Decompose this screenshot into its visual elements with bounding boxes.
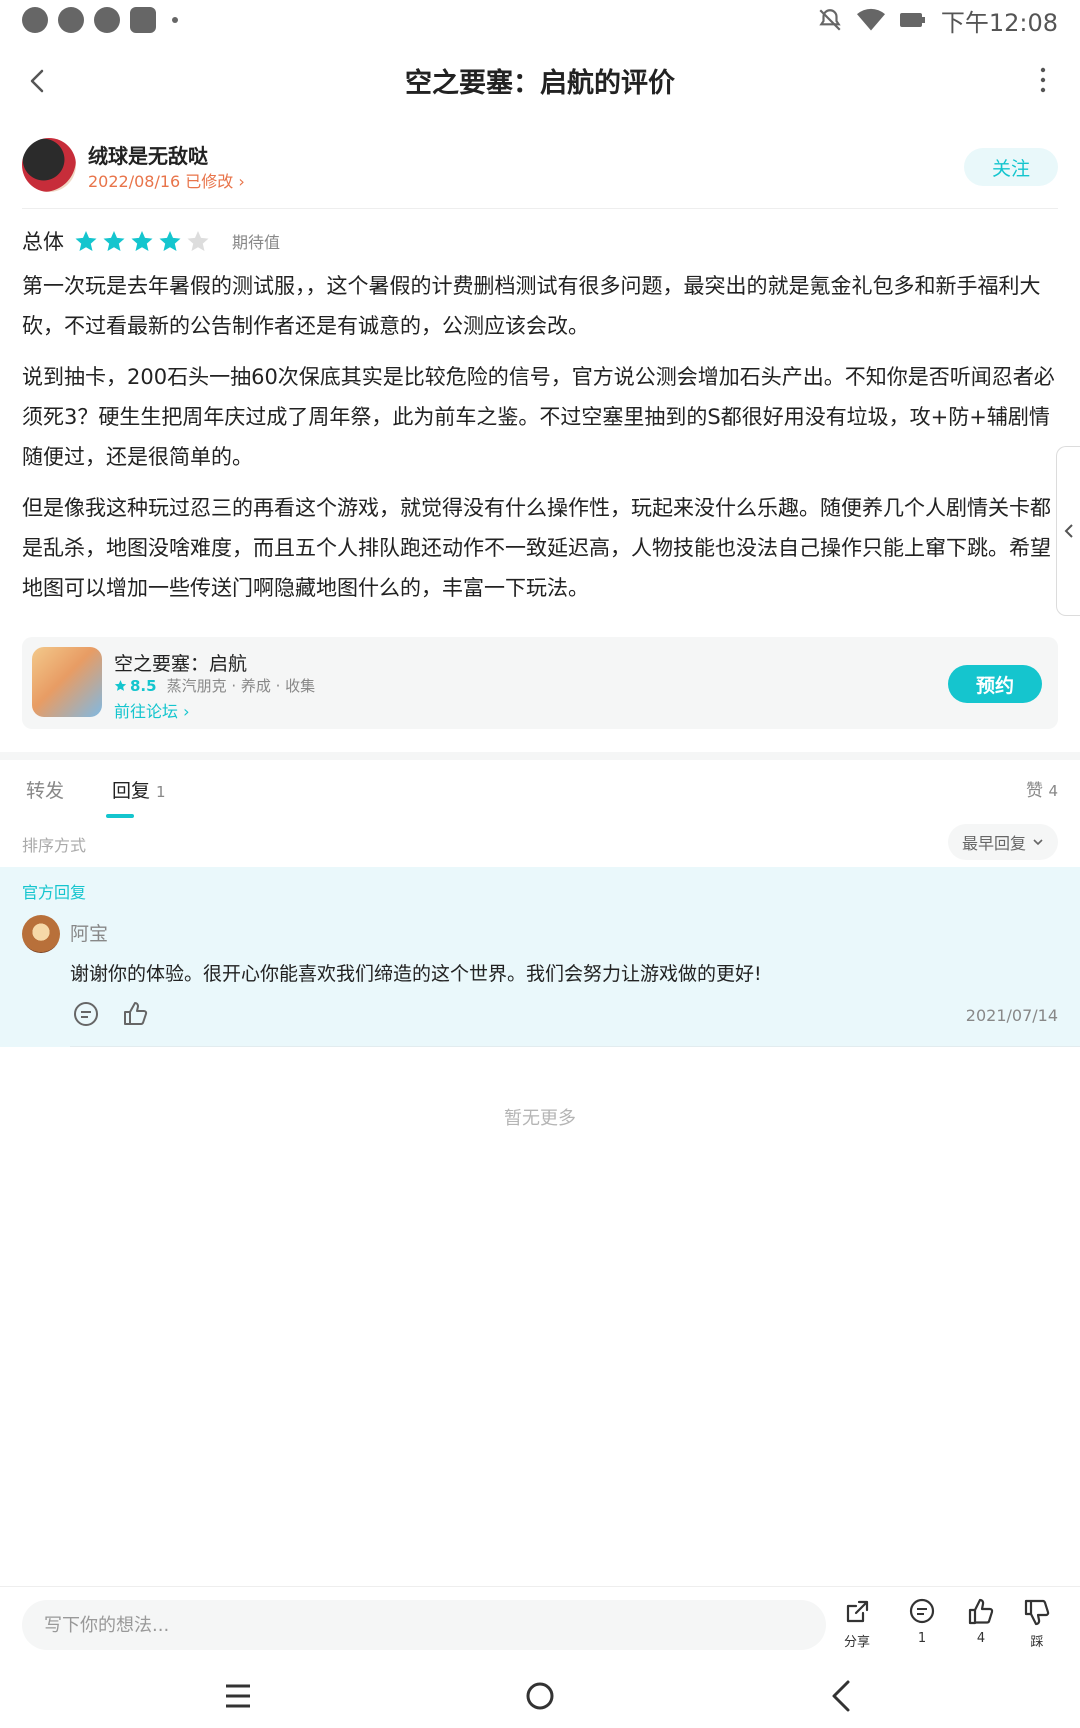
star-filled-icon: [131, 231, 153, 251]
review-paragraph: 第一次玩是去年暑假的测试服，，这个暑假的计费删档测试有很多问题，最突出的就是氪金…: [22, 274, 1041, 338]
status-bar: 下午12:08: [0, 0, 1080, 40]
app-notification-icon: [58, 7, 84, 33]
dislike-button[interactable]: 踩: [1012, 1597, 1062, 1650]
status-time: 下午12:08: [940, 8, 1058, 37]
top-header: 空之要塞：启航的评价: [0, 45, 1080, 115]
share-button[interactable]: 分享: [832, 1597, 882, 1650]
sort-label: 排序方式: [22, 836, 87, 855]
game-card[interactable]: 空之要塞：启航 8.5 蒸汽朋克 · 养成 · 收集 前往论坛 › 预约: [22, 637, 1058, 729]
rating-label: 总体: [22, 230, 64, 254]
edit-date-text: 2022/08/16 已修改: [88, 172, 234, 191]
more-notifications-dot: [172, 17, 178, 23]
back-icon[interactable]: [18, 61, 58, 101]
chevron-down-icon: [1033, 839, 1043, 846]
divider: [22, 208, 1058, 209]
game-tags: 蒸汽朋克 · 养成 · 收集: [166, 677, 316, 695]
likes-label: 赞: [1026, 781, 1044, 801]
page-title: 空之要塞：启航的评价: [405, 67, 675, 99]
sort-dropdown[interactable]: 最早回复: [948, 824, 1058, 860]
chevron-left-icon: [1064, 524, 1073, 538]
star-empty-icon: [187, 231, 209, 251]
tab-forward[interactable]: 转发: [26, 776, 64, 803]
app-notification-icon: [94, 7, 120, 33]
edit-date-link[interactable]: 2022/08/16 已修改 ›: [88, 168, 245, 192]
thumb-up-icon: [968, 1598, 994, 1625]
game-score: 8.5: [130, 676, 157, 695]
tab-likes[interactable]: 赞 4: [1026, 776, 1058, 801]
author-name[interactable]: 绒球是无敌哒: [88, 140, 208, 169]
tab-reply[interactable]: 回复 1: [112, 776, 166, 803]
reply-author-name[interactable]: 阿宝: [70, 919, 108, 946]
divider: [70, 1046, 1080, 1047]
like-button[interactable]: 4: [956, 1597, 1006, 1646]
game-name: 空之要塞：启航: [114, 653, 248, 675]
reserve-button[interactable]: 预约: [948, 665, 1042, 703]
forum-link[interactable]: 前往论坛 ›: [114, 698, 190, 722]
follow-button[interactable]: 关注: [964, 148, 1058, 186]
thumb-down-icon: [1024, 1599, 1050, 1626]
star-filled-icon: [75, 231, 97, 251]
side-drawer-handle[interactable]: [1056, 446, 1080, 616]
bottom-action-bar: 分享 1 4 踩: [0, 1586, 1080, 1662]
star-icon: [114, 680, 127, 691]
more-vertical-icon[interactable]: [1036, 65, 1050, 95]
author-row: 绒球是无敌哒 2022/08/16 已修改 › 关注: [22, 138, 1058, 208]
likes-count: 4: [1048, 782, 1058, 800]
wifi-icon: [856, 8, 885, 31]
tab-bar: 转发 回复 1 赞 4: [22, 772, 1058, 822]
back-nav-icon[interactable]: [822, 1676, 862, 1716]
reply-date: 2021/07/14: [965, 1006, 1058, 1025]
wechat-icon: [22, 7, 48, 33]
comment-icon[interactable]: [72, 1000, 100, 1028]
star-filled-icon: [159, 231, 181, 251]
section-separator: [0, 752, 1080, 760]
official-reply: 官方回复 阿宝 谢谢你的体验。很开心你能喜欢我们缔造的这个世界。我们会努力让游戏…: [0, 867, 1080, 1047]
review-paragraph: 但是像我这种玩过忍三的再看这个游戏，就觉得没有什么操作性，玩起来没什么乐趣。随便…: [22, 496, 1051, 600]
rating-row: 总体 期待值: [22, 226, 280, 256]
no-more-text: 暂无更多: [504, 1108, 576, 1129]
app-notification-icon: [130, 7, 156, 33]
star-rating: [74, 229, 214, 253]
game-icon: [32, 647, 102, 717]
thumb-up-icon[interactable]: [121, 1000, 149, 1028]
chevron-right-icon: ›: [238, 172, 245, 191]
comment-icon: [909, 1598, 935, 1624]
comment-input[interactable]: [22, 1600, 826, 1650]
share-icon: [846, 1600, 869, 1623]
reply-text: 谢谢你的体验。很开心你能喜欢我们缔造的这个世界。我们会努力让游戏做的更好!: [70, 963, 762, 985]
comment-button[interactable]: 1: [897, 1597, 947, 1646]
comment-count: 1: [917, 1631, 927, 1646]
mute-bell-icon: [819, 9, 841, 31]
reply-count: 1: [156, 783, 166, 801]
official-reply-label: 官方回复: [22, 883, 87, 902]
dislike-label: 踩: [1030, 1635, 1044, 1650]
tab-reply-label: 回复: [112, 780, 151, 802]
menu-icon[interactable]: [218, 1676, 258, 1716]
reply-avatar[interactable]: [22, 915, 60, 953]
like-count: 4: [976, 1631, 986, 1646]
sort-selected: 最早回复: [961, 834, 1026, 853]
game-meta: 8.5 蒸汽朋克 · 养成 · 收集: [114, 675, 315, 696]
star-filled-icon: [103, 231, 125, 251]
chevron-right-icon: ›: [183, 702, 190, 721]
author-avatar[interactable]: [22, 138, 76, 192]
home-icon[interactable]: [520, 1676, 560, 1716]
active-tab-indicator: [106, 814, 134, 818]
rating-type: 期待值: [232, 233, 281, 252]
battery-icon: [899, 13, 925, 27]
review-body: 第一次玩是去年暑假的测试服，，这个暑假的计费删档测试有很多问题，最突出的就是氪金…: [22, 266, 1062, 619]
review-paragraph: 说到抽卡，200石头一抽60次保底其实是比较危险的信号，官方说公测会增加石头产出…: [22, 365, 1055, 469]
forum-link-label: 前往论坛: [114, 702, 179, 721]
system-nav-bar: [0, 1662, 1080, 1728]
share-label: 分享: [843, 1635, 870, 1650]
